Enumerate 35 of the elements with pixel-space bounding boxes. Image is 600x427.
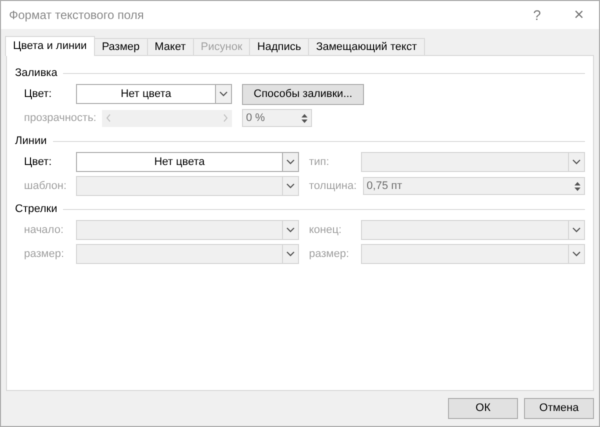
dropdown-value: Нет цвета xyxy=(154,154,205,170)
field-label: прозрачность: xyxy=(24,110,98,126)
tab[interactable]: Замещающий текст xyxy=(308,38,425,56)
chevron-down-icon xyxy=(286,251,295,257)
tab[interactable]: Цвета и линии xyxy=(5,36,95,56)
section-title: Стрелки xyxy=(15,202,58,217)
dropdown[interactable]: Нет цвета xyxy=(76,152,299,172)
spin-value: 0,75 пт xyxy=(366,178,402,194)
ok-button[interactable]: ОК xyxy=(448,398,518,419)
chevron-down-icon xyxy=(286,183,295,189)
close-button[interactable]: × xyxy=(567,2,591,28)
help-button[interactable]: ? xyxy=(525,4,549,26)
section-title: Линии xyxy=(15,134,48,149)
field-label: Цвет: xyxy=(24,154,53,170)
dropdown[interactable]: Нет цвета xyxy=(76,84,232,104)
field-label: шаблон: xyxy=(24,178,68,194)
field-label: Цвет: xyxy=(24,86,53,102)
window-title: Формат текстового поля xyxy=(9,7,144,24)
field-label: толщина: xyxy=(309,178,358,194)
chevron-down-icon xyxy=(572,251,581,257)
section-title: Заливка xyxy=(15,66,58,81)
field-label: тип: xyxy=(309,154,330,170)
field-label: конец: xyxy=(309,222,343,238)
chevron-down-icon xyxy=(286,227,295,233)
field-label: начало: xyxy=(24,222,65,238)
chevron-down-icon xyxy=(219,91,228,97)
fill-effects-button[interactable]: Способы заливки... xyxy=(242,84,364,104)
spin-value: 0 % xyxy=(246,110,265,126)
dropdown-value: Нет цвета xyxy=(120,86,172,102)
field-label: размер: xyxy=(24,246,66,262)
chevron-down-icon xyxy=(572,159,581,165)
chevron-down-icon xyxy=(572,227,581,233)
cancel-button[interactable]: Отмена xyxy=(524,398,594,419)
chevron-down-icon xyxy=(286,159,295,165)
field-label: размер: xyxy=(309,246,350,262)
